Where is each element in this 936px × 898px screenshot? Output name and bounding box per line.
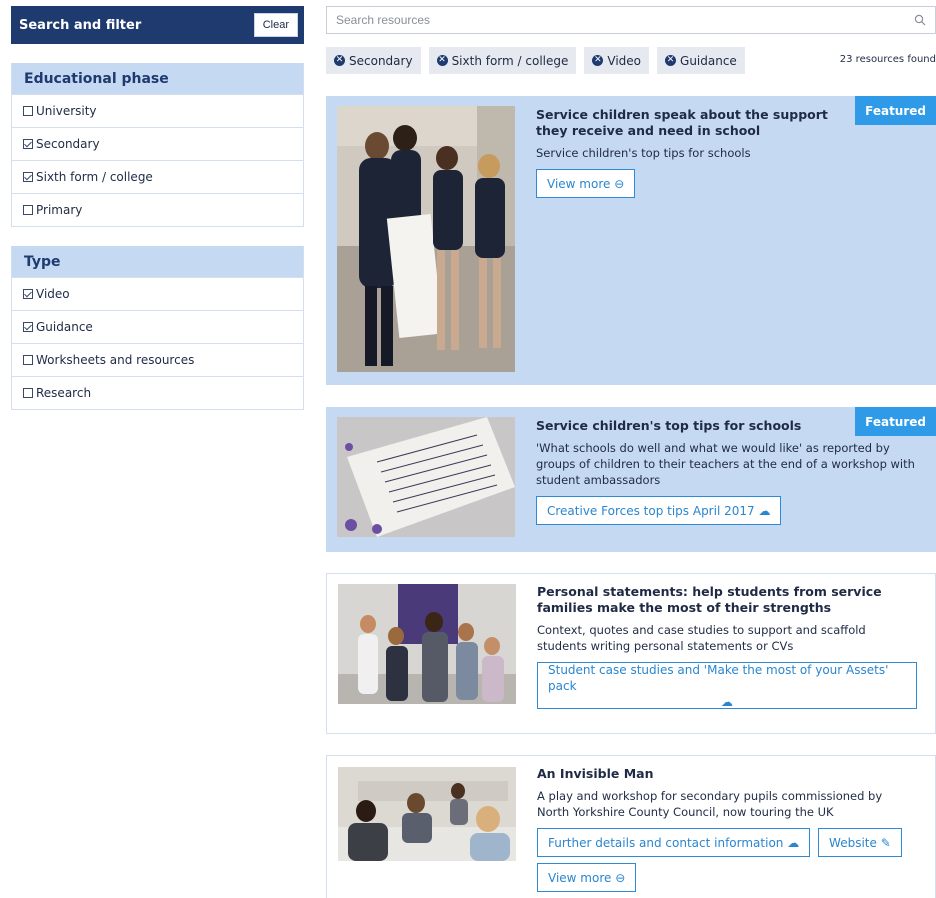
remove-icon[interactable]: ✕ <box>592 55 604 66</box>
card-title[interactable]: Personal statements: help students from … <box>537 584 917 616</box>
students-photo <box>337 106 515 372</box>
arrow-circle-icon: ⊖ <box>615 870 626 885</box>
card-body: An Invisible Man A play and workshop for… <box>537 766 917 892</box>
option-label: Sixth form / college <box>36 170 153 184</box>
chip-label: Guidance <box>680 53 737 68</box>
button-label: View more <box>548 870 612 885</box>
card-body: Service children speak about the support… <box>536 107 918 198</box>
remove-icon[interactable]: ✕ <box>665 55 677 66</box>
resource-card: An Invisible Man A play and workshop for… <box>326 755 936 898</box>
option-label: Worksheets and resources <box>36 353 195 367</box>
further-details-button[interactable]: Further details and contact information … <box>537 828 811 857</box>
filter-option-worksheets[interactable]: Worksheets and resources <box>12 343 303 376</box>
card-description: 'What schools do well and what we would … <box>536 441 915 487</box>
view-more-button[interactable]: View more ⊖ <box>536 169 636 198</box>
filter-sidebar: Search and filter Clear Educational phas… <box>11 6 304 410</box>
arrow-circle-icon: ⊖ <box>614 176 625 191</box>
button-label: Website <box>829 835 877 850</box>
classroom-photo <box>338 767 516 861</box>
website-button[interactable]: Website ✎ <box>818 828 902 857</box>
results-count: 23 resources found <box>839 54 936 65</box>
checkbox-checked-icon[interactable] <box>23 139 33 149</box>
filter-option-university[interactable]: University <box>12 94 303 127</box>
chip-label: Sixth form / college <box>451 53 569 68</box>
checkbox-checked-icon[interactable] <box>23 172 33 182</box>
download-button[interactable]: Creative Forces top tips April 2017 ☁ <box>536 496 782 525</box>
card-description: Service children's top tips for schools <box>536 146 751 160</box>
card-description: Context, quotes and case studies to supp… <box>537 623 866 653</box>
active-filters: ✕ Secondary ✕ Sixth form / college ✕ Video … <box>326 47 745 74</box>
card-body: Service children's top tips for schools … <box>536 418 918 525</box>
ambassadors-photo <box>338 584 516 704</box>
checkbox-checked-icon[interactable] <box>23 289 33 299</box>
cloud-download-icon: ☁ <box>758 503 771 518</box>
handwritten-notes-photo <box>337 417 515 537</box>
filter-option-sixth-form[interactable]: Sixth form / college <box>12 160 303 193</box>
option-label: University <box>36 104 97 118</box>
option-label: Guidance <box>36 320 93 334</box>
group-title: Educational phase <box>12 63 303 94</box>
filter-title: Search and filter <box>19 17 142 33</box>
button-label: Student case studies and 'Make the most … <box>548 662 889 693</box>
filter-header: Search and filter Clear <box>11 6 304 44</box>
card-title[interactable]: Service children's top tips for schools <box>536 418 918 434</box>
button-label: Creative Forces top tips April 2017 <box>547 503 755 518</box>
chip-guidance[interactable]: ✕ Guidance <box>657 47 745 74</box>
filter-option-guidance[interactable]: Guidance <box>12 310 303 343</box>
group-title: Type <box>12 246 303 277</box>
chip-secondary[interactable]: ✕ Secondary <box>326 47 421 74</box>
search-bar <box>326 6 936 34</box>
search-input[interactable] <box>336 13 896 27</box>
clear-button[interactable]: Clear <box>253 13 298 37</box>
resource-thumbnail[interactable] <box>338 584 516 704</box>
resource-thumbnail[interactable] <box>338 767 516 861</box>
option-label: Secondary <box>36 137 100 151</box>
filter-option-primary[interactable]: Primary <box>12 193 303 226</box>
chip-label: Video <box>607 53 642 68</box>
option-label: Research <box>36 386 92 400</box>
download-button[interactable]: Student case studies and 'Make the most … <box>537 662 917 709</box>
search-icon[interactable] <box>914 14 926 26</box>
link-icon: ✎ <box>880 835 891 850</box>
chip-video[interactable]: ✕ Video <box>584 47 650 74</box>
view-more-button[interactable]: View more ⊖ <box>537 863 637 892</box>
checkbox-icon[interactable] <box>23 106 33 116</box>
resource-card: Featured Service children's top tips for… <box>326 407 936 552</box>
remove-icon[interactable]: ✕ <box>436 55 448 66</box>
chip-label: Secondary <box>349 53 413 68</box>
option-label: Video <box>36 287 70 301</box>
card-body: Personal statements: help students from … <box>537 584 917 709</box>
filter-option-video[interactable]: Video <box>12 277 303 310</box>
card-description: A play and workshop for secondary pupils… <box>537 789 883 819</box>
chip-sixth-form[interactable]: ✕ Sixth form / college <box>428 47 577 74</box>
resource-card: Featured Service children speak about th… <box>326 96 936 385</box>
filter-group-type: Type Video Guidance Worksheets and resou… <box>11 246 304 410</box>
button-label: Further details and contact information <box>548 835 784 850</box>
resource-thumbnail[interactable] <box>337 106 515 372</box>
cloud-download-icon: ☁ <box>721 694 733 709</box>
option-label: Primary <box>36 203 83 217</box>
checkbox-icon[interactable] <box>23 205 33 215</box>
remove-icon[interactable]: ✕ <box>334 55 345 66</box>
filter-option-research[interactable]: Research <box>12 376 303 409</box>
filter-option-secondary[interactable]: Secondary <box>12 127 303 160</box>
checkbox-icon[interactable] <box>23 355 33 365</box>
card-title[interactable]: Service children speak about the support… <box>536 107 918 139</box>
checkbox-checked-icon[interactable] <box>23 322 33 332</box>
resource-thumbnail[interactable] <box>337 417 515 537</box>
filter-group-educational-phase: Educational phase University Secondary S… <box>11 63 304 227</box>
button-label: View more <box>547 176 611 191</box>
checkbox-icon[interactable] <box>23 388 33 398</box>
resource-card: Personal statements: help students from … <box>326 573 936 734</box>
cloud-download-icon: ☁ <box>787 835 800 850</box>
card-title[interactable]: An Invisible Man <box>537 766 917 782</box>
